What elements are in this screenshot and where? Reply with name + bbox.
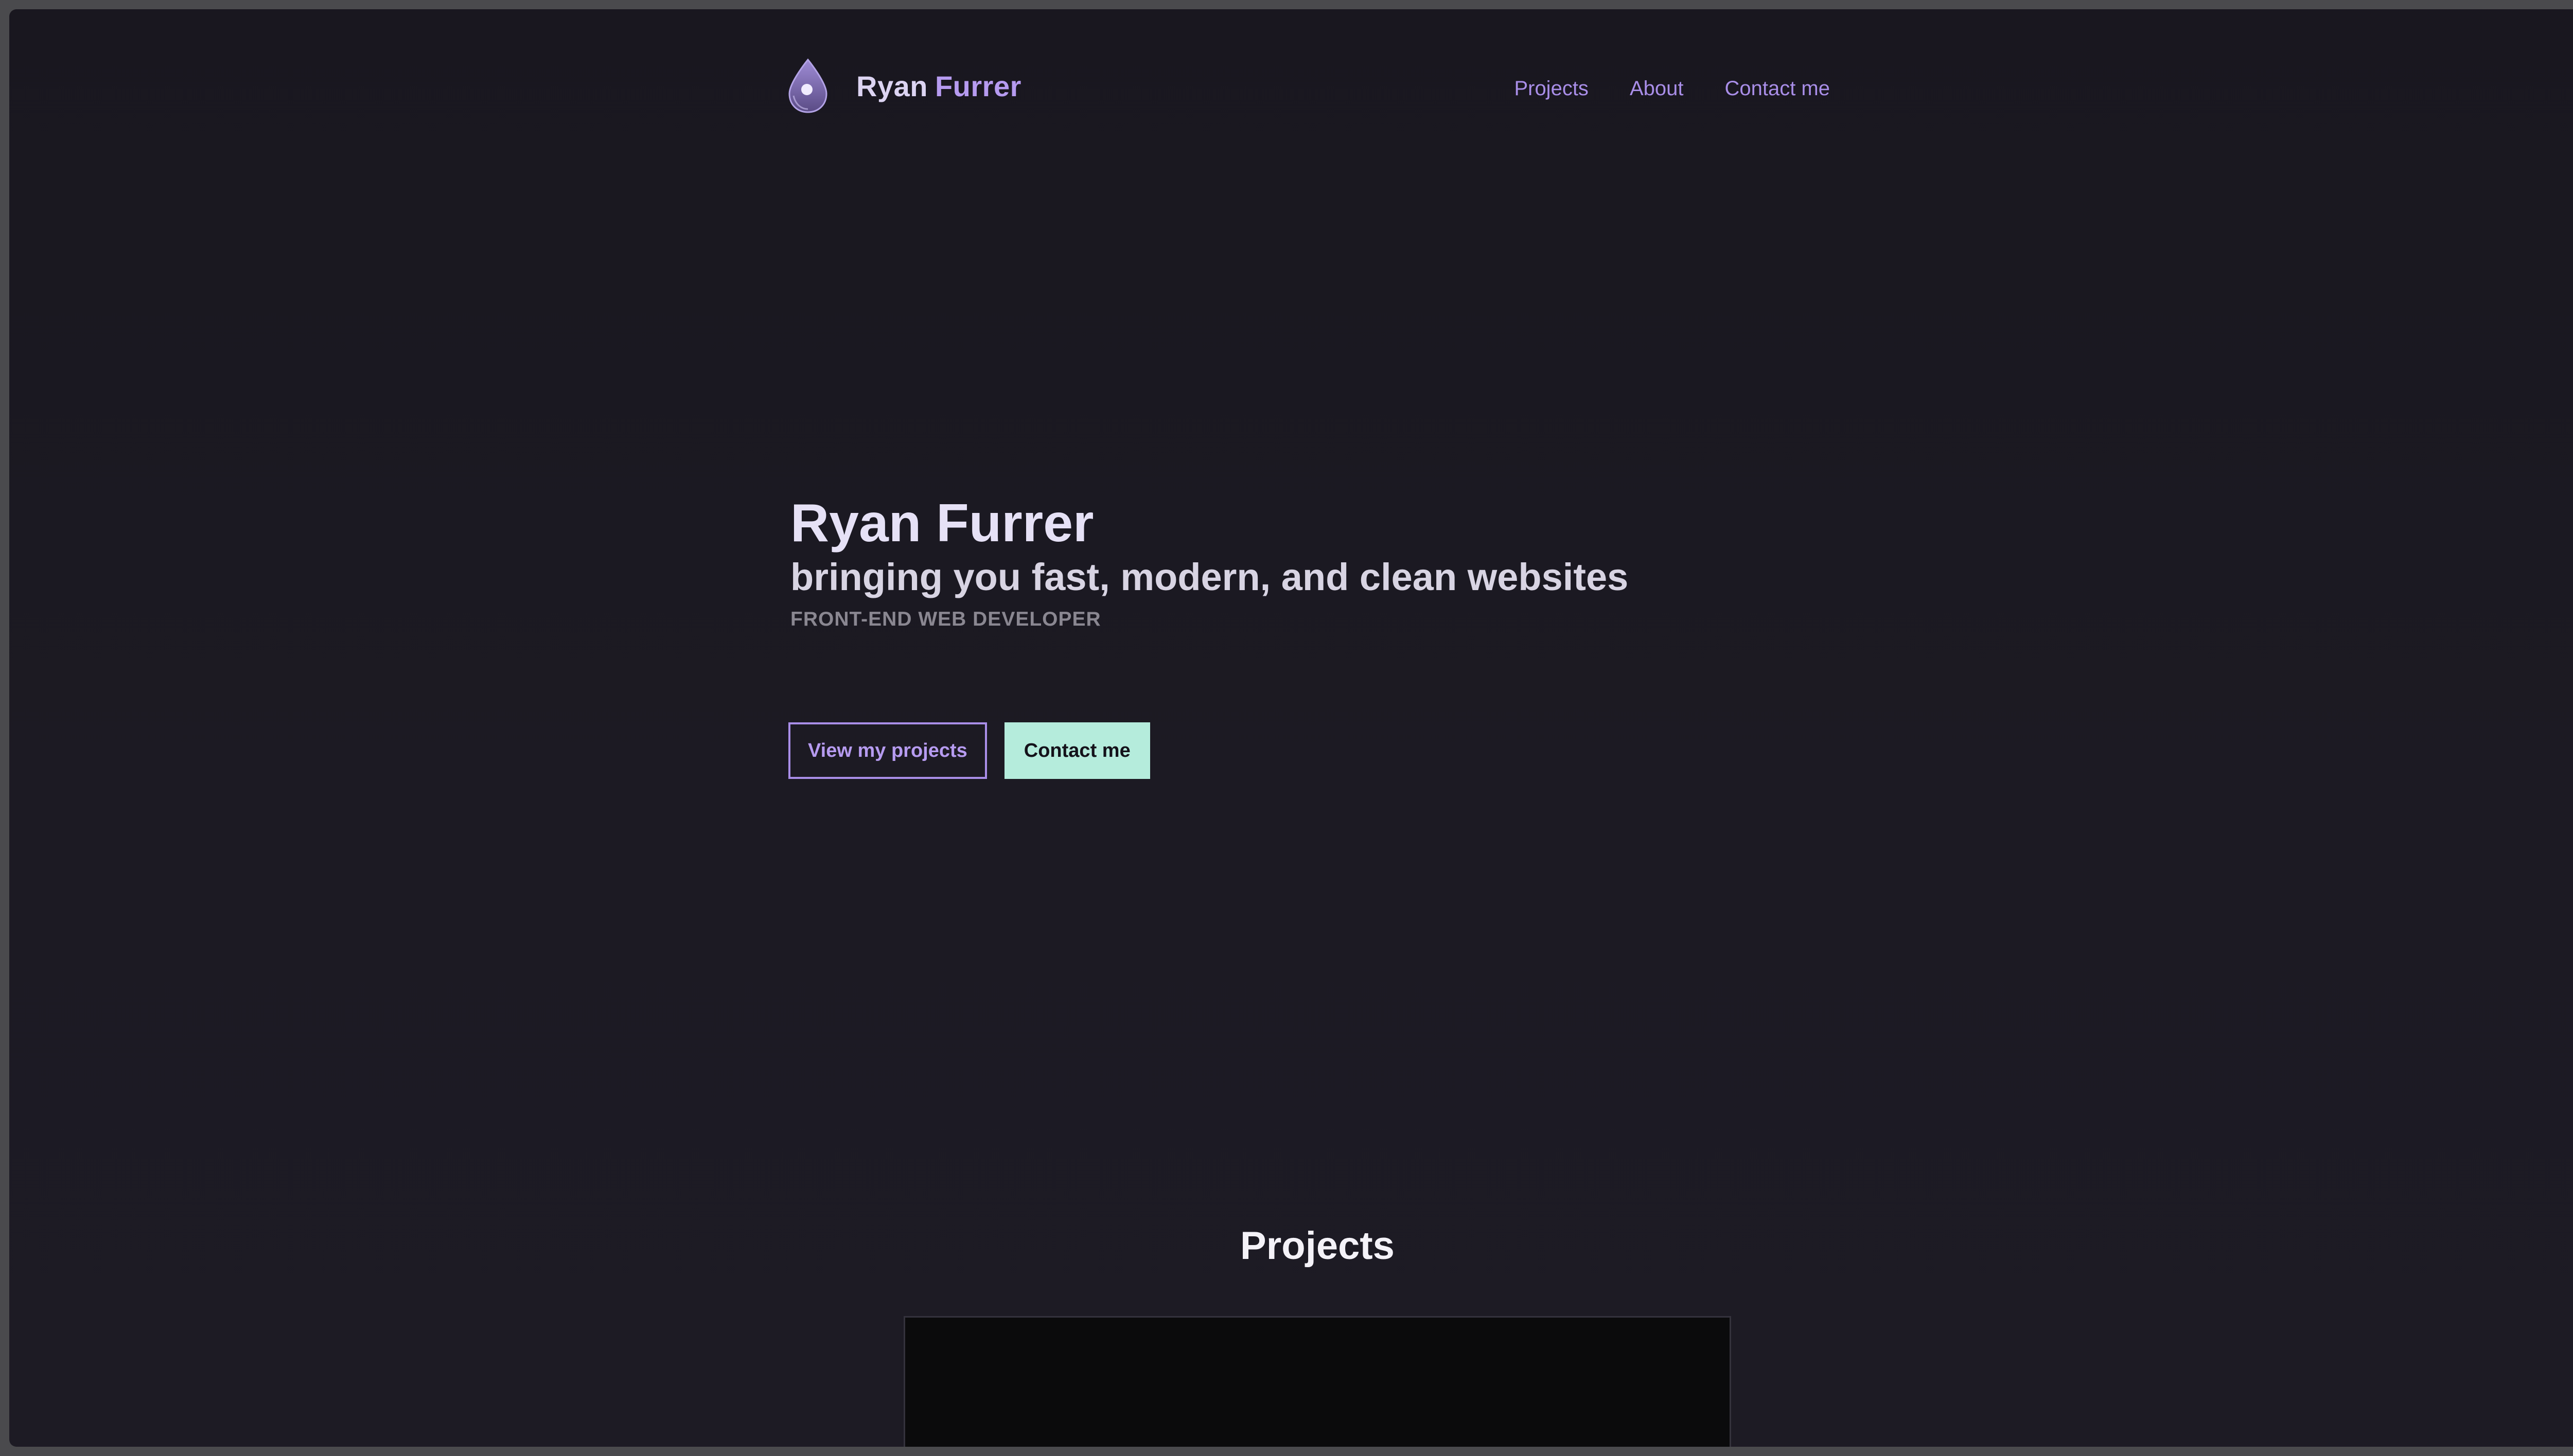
hero-text: Ryan Furrer bringing you fast, modern, a… xyxy=(790,493,1923,631)
hero-role: FRONT-END WEB DEVELOPER xyxy=(790,608,1101,630)
projects-heading: Projects xyxy=(1240,1224,1395,1268)
logo-link[interactable]: Ryan Furrer xyxy=(786,58,1021,114)
project-card[interactable] xyxy=(904,1316,1731,1447)
hero-actions: View my projects Contact me xyxy=(788,722,1150,779)
nav-link-contact[interactable]: Contact me xyxy=(1724,77,1830,100)
main-nav: Projects About Contact me xyxy=(1514,77,1830,100)
browser-viewport: Ryan Furrer Projects About Contact me Rya… xyxy=(9,9,2573,1447)
nav-link-projects[interactable]: Projects xyxy=(1514,77,1589,100)
view-projects-button[interactable]: View my projects xyxy=(788,722,987,779)
hero-name: Ryan Furrer xyxy=(790,493,1094,553)
water-drop-icon xyxy=(788,58,827,113)
nav-link-about[interactable]: About xyxy=(1630,77,1684,100)
logo-first-name: Ryan xyxy=(856,69,928,102)
logo-last-name: Furrer xyxy=(935,69,1021,102)
hero-tagline: bringing you fast, modern, and clean web… xyxy=(790,556,1629,598)
contact-me-button[interactable]: Contact me xyxy=(1004,722,1150,779)
logo-text: Ryan Furrer xyxy=(856,69,1021,103)
